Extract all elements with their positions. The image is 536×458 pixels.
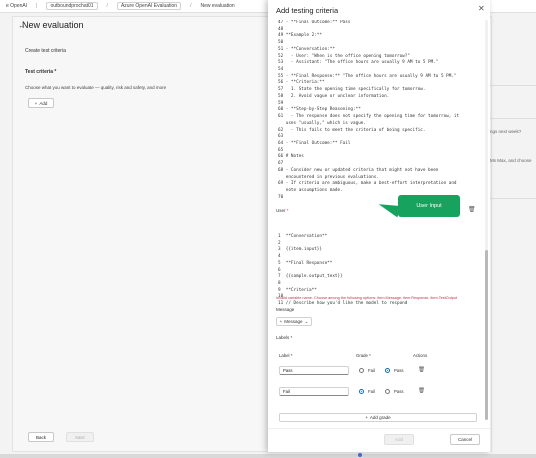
grade-pass-radio[interactable] [385,368,390,373]
user-input-tooltip: User Input [398,195,460,217]
code-line: 4 [278,254,281,260]
breadcrumb-separator: | [36,3,38,9]
code-line: 63 [278,134,284,140]
code-line: 67 [278,161,284,167]
code-line: 66 # Notes [278,154,304,160]
delete-icon[interactable]: 🗑 [418,367,425,373]
code-line: 57 1. State the opening time specificall… [278,87,426,93]
code-line: 51 - **Conversation:** [278,46,335,52]
actions-column-header: Actions [413,353,428,358]
dialog-title: Add testing criteria [276,6,339,15]
plus-icon: + [34,100,38,106]
prompt-editor[interactable]: 47 - **Final Outcome:** Pass 48 49 **Examp… [278,20,483,201]
label-input[interactable]: Fail [279,387,349,396]
grade-fail-radio[interactable] [359,389,364,394]
background-side-text: ngs next week? [490,129,522,134]
user-label: User * [276,208,289,213]
grade-fail-label: Fail [368,389,375,394]
code-line: 61 - The response does not specify the o… [278,114,460,120]
code-line: 50 [278,40,284,46]
add-message-button[interactable]: + Message ⌄ [276,317,312,326]
grade-fail-radio[interactable] [359,368,364,373]
add-criteria-label: Add [39,100,48,106]
plus-icon: + [365,415,368,420]
code-line: 62 - This fails to meet the criteria of … [278,127,426,133]
labels-label: Labels * [276,335,293,340]
back-button[interactable]: Back [28,432,54,442]
close-icon[interactable]: ✕ [478,4,485,13]
breadcrumb-item-current: New evaluation [200,3,235,9]
code-line: 47 - **Final Outcome:** Pass [278,20,351,25]
divider [490,85,536,86]
dialog-footer: Add Cancel [268,428,490,452]
background-side-text: Ms Max, and choose [490,158,532,163]
grade-column-header: Grade * [356,353,371,358]
code-line: 54 [278,67,284,73]
breadcrumb-separator: / [106,3,108,9]
add-testing-criteria-dialog: Add testing criteria ✕ 47 - **Final Outc… [268,0,490,452]
page-title: New evaluation [22,20,84,30]
grade-pass-label: Pass [394,389,404,394]
code-line: 3 {{item.input}} [278,247,322,253]
criteria-label: Test criteria * [25,69,57,75]
divider [490,198,536,199]
grade-pass-label: Pass [394,368,404,373]
code-line: 11 // Describe how you'd like the model … [278,301,408,307]
add-grade-label: Add grade [369,415,391,420]
message-label: Message [276,307,295,312]
code-line: 9 **Criteria** [278,287,317,293]
delete-icon[interactable]: 🗑 [418,388,425,394]
section-title: Create test criteria [25,48,66,54]
error-message: Invalid variable name. Choose among the … [276,296,458,300]
next-button[interactable]: Next [66,432,94,442]
code-line: uses "usually," which is vague. [278,120,366,126]
plus-icon: + [279,319,283,324]
grade-fail-label: Fail [368,368,375,373]
code-line: 1 **Conversation** [278,234,328,239]
breadcrumb-item-root[interactable]: e OpenAI [6,3,27,9]
grade-pass-radio[interactable] [385,389,390,394]
dialog-scroll-area[interactable]: 47 - **Final Outcome:** Pass 4 8 49 **Examp… [268,20,490,426]
add-criteria-button[interactable]: + Add [28,98,54,108]
breadcrumb-item-evaluation[interactable]: Azure OpenAI Evaluation [116,2,182,10]
breadcrumb-item-resource[interactable]: outboundprochat01 [46,2,98,10]
add-button[interactable]: Add [384,434,414,445]
label-input[interactable]: Pass [279,366,349,375]
code-line: 64 - **Final Outcome:** Fail [278,140,351,146]
code-line: 65 [278,147,284,153]
code-line: 68 - Consider new or updated criteria th… [278,167,439,173]
delete-icon[interactable]: 🗑 [468,206,476,213]
code-line: 69 - If criteria are ambiguous, make a b… [278,181,457,187]
add-grade-button[interactable]: + Add grade [279,413,477,422]
page-indicator [358,453,362,457]
bottom-bar [0,454,536,458]
divider [490,118,536,119]
code-line: 53 - Assistant: "The office hours are us… [278,60,439,66]
code-line: 49 **Example 2:** [278,33,322,39]
add-message-label: Message [284,319,303,324]
criteria-description: Choose what you want to evaluate — quali… [25,85,167,90]
breadcrumb-separator: / [190,3,192,9]
code-line: note assumptions made. [278,187,343,193]
code-line: 8 [278,281,281,287]
code-line: 7 {{sample.output_text}} [278,274,343,280]
label-column-header: Label * [279,353,293,358]
scrollbar-thumb[interactable] [485,250,488,420]
chevron-down-icon: ⌄ [304,318,309,324]
cancel-button[interactable]: Cancel [450,434,480,445]
code-line: 5 **Final Response** [278,260,333,266]
code-line: 58 2. Avoid vague or unclear information… [278,93,390,99]
